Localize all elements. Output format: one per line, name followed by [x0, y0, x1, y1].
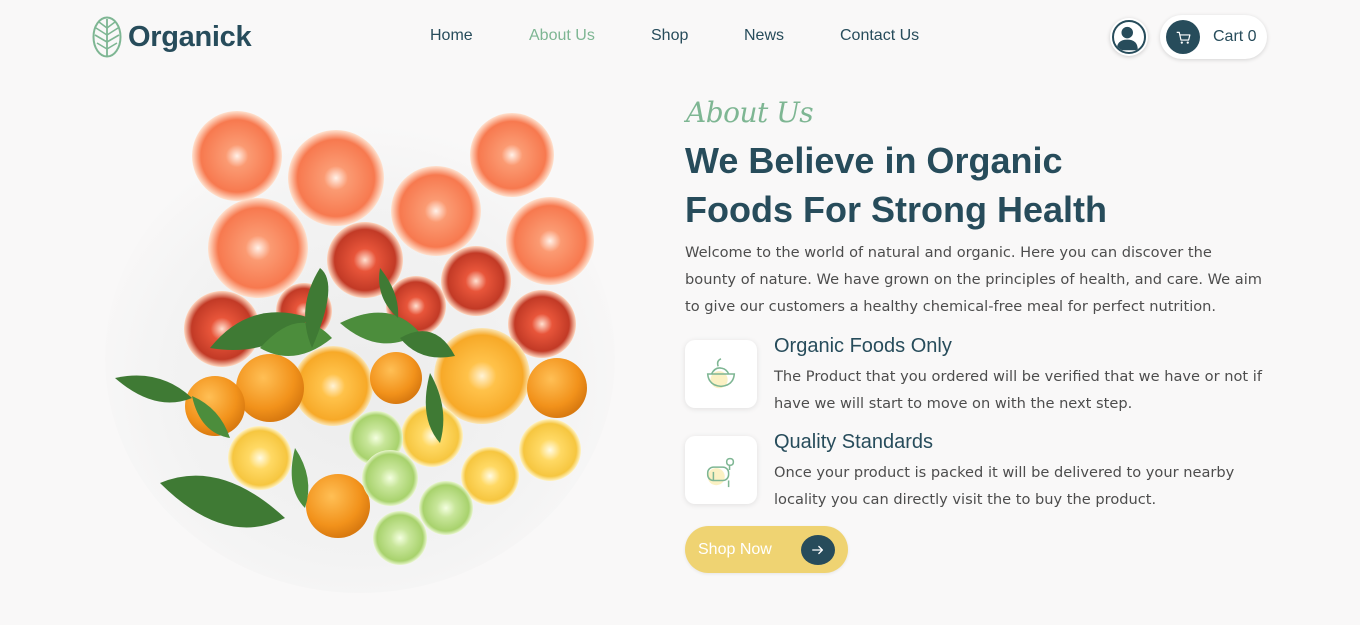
- intro-paragraph: Welcome to the world of natural and orga…: [685, 244, 1263, 315]
- shop-now-label: Shop Now: [698, 540, 772, 558]
- shop-now-button[interactable]: Shop Now: [685, 526, 848, 573]
- headline-line-2: Foods For Strong Health: [685, 189, 1107, 230]
- cart-icon: [1166, 20, 1200, 54]
- cart-label: Cart 0: [1213, 28, 1257, 45]
- feature-title: Quality Standards: [774, 431, 933, 453]
- nav-shop[interactable]: Shop: [651, 27, 688, 45]
- arrow-right-icon: [801, 535, 835, 565]
- citrus-fruits-image: [105, 111, 615, 593]
- feature-title: Organic Foods Only: [774, 335, 952, 357]
- main-nav: Home About Us Shop News Contact Us: [0, 27, 1360, 47]
- mailbox-icon: [685, 436, 757, 504]
- user-icon: [1112, 20, 1146, 54]
- headline-line-1: We Believe in Organic: [685, 140, 1063, 181]
- feature-description: The Product that you ordered will be ver…: [774, 368, 1262, 412]
- account-button[interactable]: [1110, 18, 1148, 56]
- nav-about-us[interactable]: About Us: [529, 27, 595, 45]
- section-subtitle: About Us: [686, 96, 814, 129]
- feature-description: Once your product is packed it will be d…: [774, 464, 1235, 508]
- cart-button[interactable]: Cart 0: [1160, 15, 1267, 59]
- bowl-icon: [685, 340, 757, 408]
- section-headline: We Believe in Organic Foods For Strong H…: [685, 136, 1205, 234]
- nav-news[interactable]: News: [744, 27, 784, 45]
- nav-contact-us[interactable]: Contact Us: [840, 27, 919, 45]
- nav-home[interactable]: Home: [430, 27, 473, 45]
